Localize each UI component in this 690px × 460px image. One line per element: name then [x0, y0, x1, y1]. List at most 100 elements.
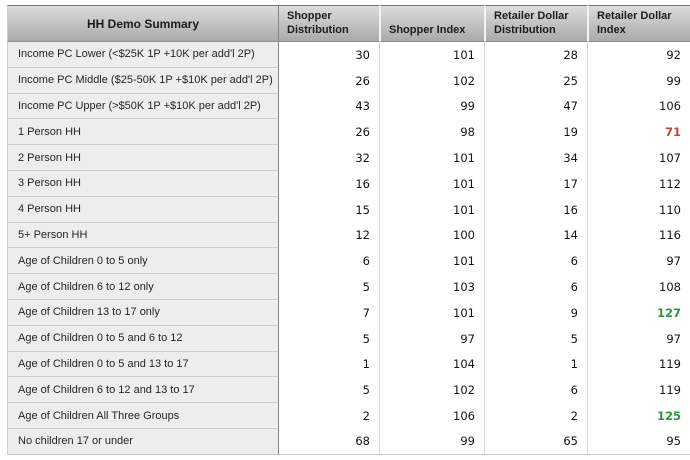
cell-shopper-index: 100 [379, 223, 484, 249]
row-label: Age of Children 13 to 17 only [7, 300, 279, 326]
cell-shopper-index: 102 [379, 68, 484, 94]
row-label: Income PC Middle ($25-50K 1P +$10K per a… [7, 68, 279, 94]
table-row: 2 Person HH3210134107 [7, 145, 690, 171]
cell-shopper-distribution: 26 [279, 68, 379, 94]
cell-retailer-dollar-distribution: 25 [484, 68, 587, 94]
cell-shopper-distribution: 1 [279, 352, 379, 378]
cell-retailer-dollar-index: 108 [587, 274, 690, 300]
table-row: Income PC Lower (<$25K 1P +10K per add'l… [7, 42, 690, 68]
cell-retailer-dollar-index: 99 [587, 68, 690, 94]
cell-retailer-dollar-distribution: 6 [484, 274, 587, 300]
cell-shopper-distribution: 15 [279, 197, 379, 223]
table-row: Age of Children 13 to 17 only71019127 [7, 300, 690, 326]
table-row: Age of Children 6 to 12 only51036108 [7, 274, 690, 300]
cell-shopper-index: 99 [379, 429, 484, 455]
cell-retailer-dollar-index: 125 [587, 403, 690, 429]
cell-shopper-distribution: 68 [279, 429, 379, 455]
cell-retailer-dollar-distribution: 16 [484, 197, 587, 223]
cell-shopper-distribution: 12 [279, 223, 379, 249]
table-row: Age of Children All Three Groups21062125 [7, 403, 690, 429]
cell-shopper-index: 101 [379, 300, 484, 326]
cell-retailer-dollar-distribution: 65 [484, 429, 587, 455]
cell-retailer-dollar-index: 97 [587, 248, 690, 274]
cell-shopper-index: 101 [379, 42, 484, 68]
row-label: Income PC Lower (<$25K 1P +10K per add'l… [7, 42, 279, 68]
cell-shopper-index: 102 [379, 377, 484, 403]
cell-retailer-dollar-distribution: 14 [484, 223, 587, 249]
cell-shopper-index: 101 [379, 145, 484, 171]
column-header-shopper-distribution: Shopper Distribution [279, 5, 379, 42]
table-row: 5+ Person HH1210014116 [7, 223, 690, 249]
cell-retailer-dollar-distribution: 28 [484, 42, 587, 68]
table-row: Age of Children 6 to 12 and 13 to 175102… [7, 377, 690, 403]
cell-shopper-distribution: 5 [279, 274, 379, 300]
table-row: Age of Children 0 to 5 and 13 to 1711041… [7, 352, 690, 378]
cell-retailer-dollar-index: 119 [587, 352, 690, 378]
cell-retailer-dollar-distribution: 34 [484, 145, 587, 171]
header-row: HH Demo Summary Shopper Distribution Sho… [7, 5, 690, 42]
cell-retailer-dollar-index: 127 [587, 300, 690, 326]
row-label: Age of Children 6 to 12 only [7, 274, 279, 300]
row-label: Age of Children 0 to 5 and 13 to 17 [7, 352, 279, 378]
row-label: 5+ Person HH [7, 223, 279, 249]
table-row: Income PC Upper (>$50K 1P +$10K per add'… [7, 94, 690, 120]
cell-shopper-index: 106 [379, 403, 484, 429]
column-header-retailer-dollar-distribution: Retailer Dollar Distribution [484, 5, 587, 42]
cell-shopper-distribution: 43 [279, 94, 379, 120]
row-label: 1 Person HH [7, 119, 279, 145]
cell-retailer-dollar-index: 97 [587, 326, 690, 352]
cell-retailer-dollar-index: 95 [587, 429, 690, 455]
cell-shopper-distribution: 5 [279, 377, 379, 403]
row-label: Income PC Upper (>$50K 1P +$10K per add'… [7, 94, 279, 120]
row-label: 4 Person HH [7, 197, 279, 223]
table-row: No children 17 or under68996595 [7, 429, 690, 455]
table-row: 4 Person HH1510116110 [7, 197, 690, 223]
cell-shopper-distribution: 2 [279, 403, 379, 429]
cell-retailer-dollar-distribution: 17 [484, 171, 587, 197]
cell-shopper-index: 101 [379, 171, 484, 197]
cell-shopper-index: 101 [379, 248, 484, 274]
row-label: 3 Person HH [7, 171, 279, 197]
cell-shopper-distribution: 26 [279, 119, 379, 145]
cell-retailer-dollar-distribution: 1 [484, 352, 587, 378]
cell-retailer-dollar-index: 92 [587, 42, 690, 68]
cell-shopper-distribution: 5 [279, 326, 379, 352]
cell-retailer-dollar-distribution: 9 [484, 300, 587, 326]
cell-shopper-distribution: 30 [279, 42, 379, 68]
cell-retailer-dollar-index: 119 [587, 377, 690, 403]
cell-shopper-index: 103 [379, 274, 484, 300]
cell-retailer-dollar-index: 112 [587, 171, 690, 197]
cell-retailer-dollar-distribution: 5 [484, 326, 587, 352]
cell-shopper-index: 101 [379, 197, 484, 223]
cell-shopper-distribution: 32 [279, 145, 379, 171]
cell-retailer-dollar-index: 71 [587, 119, 690, 145]
table-row: Age of Children 0 to 5 only6101697 [7, 248, 690, 274]
cell-shopper-index: 98 [379, 119, 484, 145]
column-header-retailer-dollar-index: Retailer Dollar Index [587, 5, 690, 42]
cell-retailer-dollar-distribution: 47 [484, 94, 587, 120]
table-row: 1 Person HH26981971 [7, 119, 690, 145]
cell-shopper-distribution: 6 [279, 248, 379, 274]
cell-shopper-distribution: 7 [279, 300, 379, 326]
cell-retailer-dollar-index: 116 [587, 223, 690, 249]
cell-retailer-dollar-distribution: 19 [484, 119, 587, 145]
report-canvas: HH Demo Summary Shopper Distribution Sho… [0, 0, 690, 460]
cell-shopper-index: 99 [379, 94, 484, 120]
cell-retailer-dollar-distribution: 6 [484, 248, 587, 274]
cell-retailer-dollar-index: 106 [587, 94, 690, 120]
row-label: Age of Children 6 to 12 and 13 to 17 [7, 377, 279, 403]
table-row: 3 Person HH1610117112 [7, 171, 690, 197]
table-body: Income PC Lower (<$25K 1P +10K per add'l… [7, 42, 690, 455]
column-header-hh-demo-summary: HH Demo Summary [7, 5, 279, 42]
cell-retailer-dollar-index: 107 [587, 145, 690, 171]
cell-shopper-index: 104 [379, 352, 484, 378]
cell-shopper-index: 97 [379, 326, 484, 352]
cell-retailer-dollar-distribution: 6 [484, 377, 587, 403]
table-row: Income PC Middle ($25-50K 1P +$10K per a… [7, 68, 690, 94]
cell-shopper-distribution: 16 [279, 171, 379, 197]
table-row: Age of Children 0 to 5 and 6 to 12597597 [7, 326, 690, 352]
hh-demo-summary-table: HH Demo Summary Shopper Distribution Sho… [7, 5, 690, 455]
cell-retailer-dollar-distribution: 2 [484, 403, 587, 429]
cell-retailer-dollar-index: 110 [587, 197, 690, 223]
row-label: 2 Person HH [7, 145, 279, 171]
